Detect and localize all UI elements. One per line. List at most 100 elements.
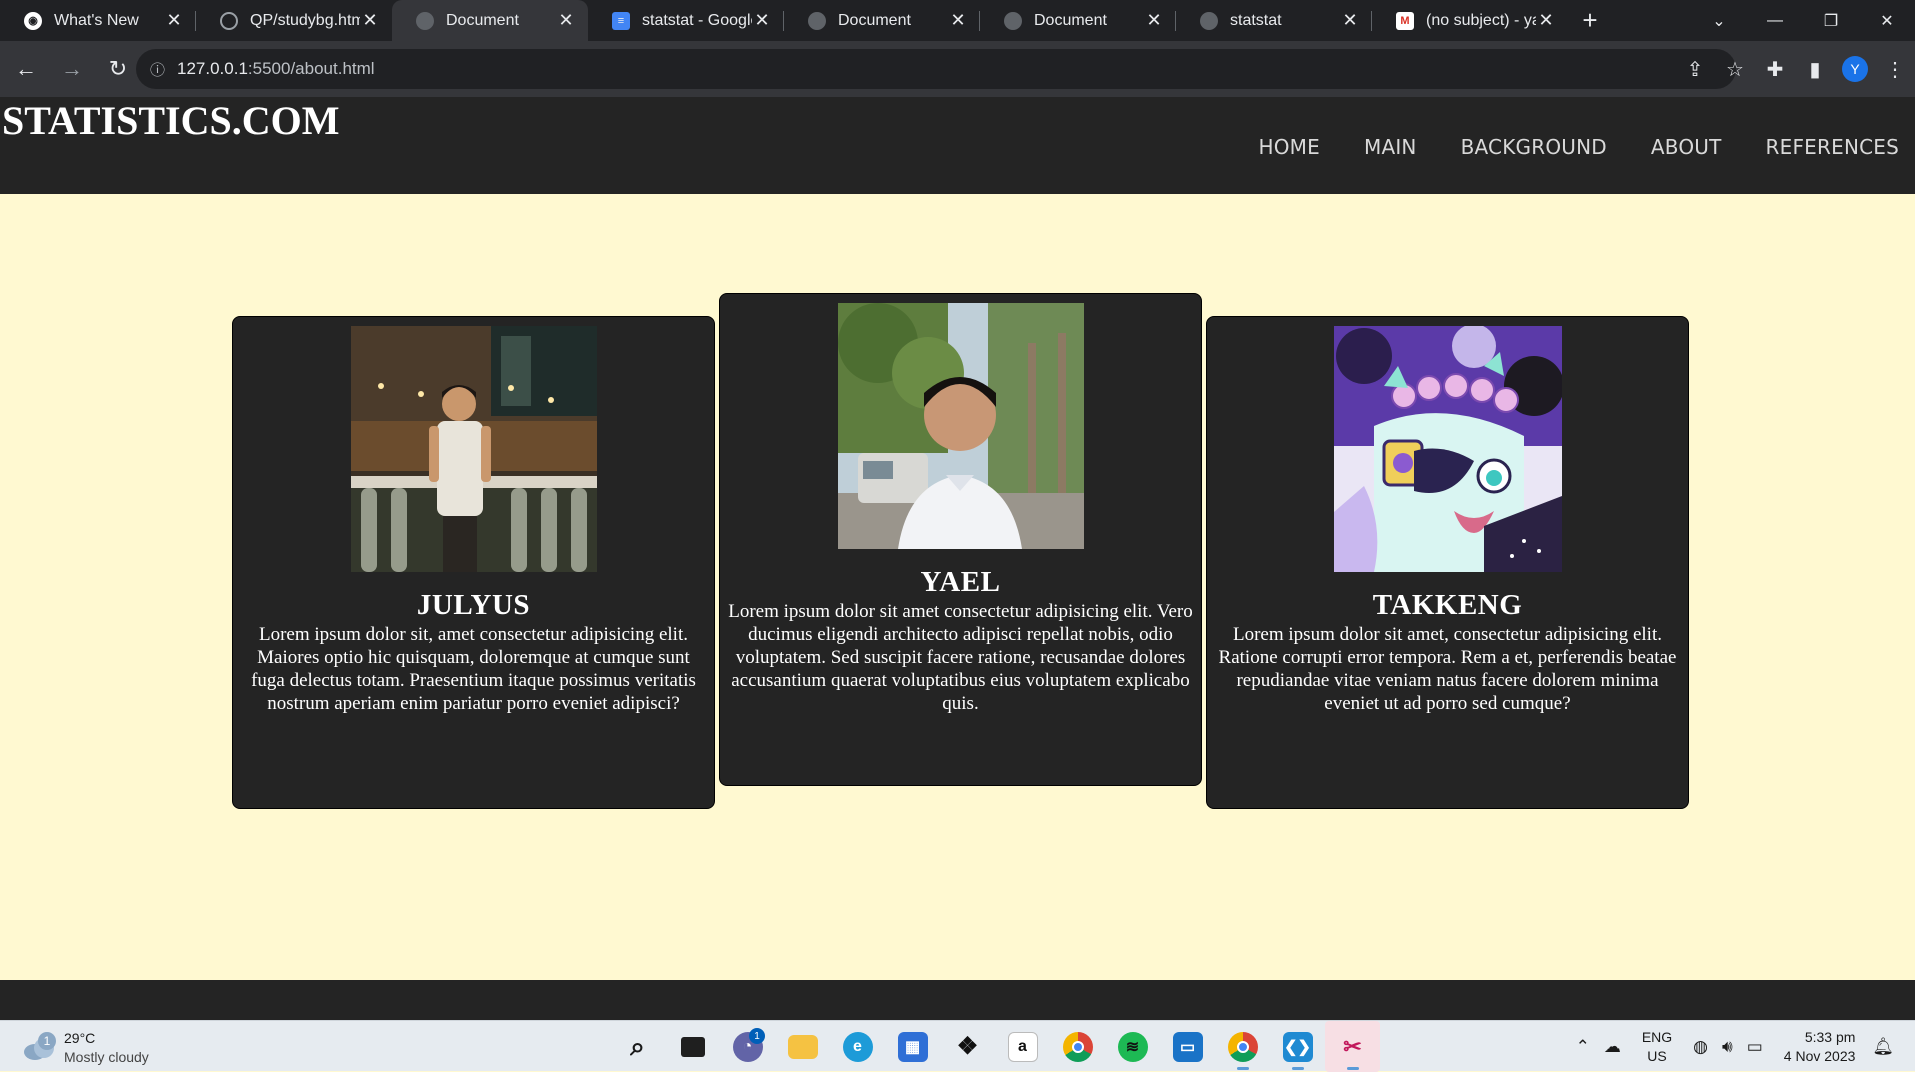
back-button[interactable]: ←	[6, 49, 46, 89]
tab-title: (no subject) - yae	[1426, 11, 1536, 29]
tab-studybg[interactable]: QP/studybg.html ✕	[196, 0, 392, 41]
vscode-button[interactable]: ❮❯	[1270, 1021, 1325, 1072]
nav-home[interactable]: HOME	[1259, 135, 1320, 159]
task-view-button[interactable]	[665, 1021, 720, 1072]
profile-name: TAKKENG	[1372, 589, 1523, 621]
onedrive-icon[interactable]: ☁	[1604, 1037, 1621, 1057]
tab-statstat[interactable]: statstat ✕	[1176, 0, 1372, 41]
file-explorer-button[interactable]	[775, 1021, 830, 1072]
close-icon[interactable]: ✕	[164, 10, 184, 31]
reload-button[interactable]: ↻	[98, 49, 138, 89]
battery-icon[interactable]: ▭	[1747, 1037, 1763, 1057]
dropbox-button[interactable]: ❖	[940, 1021, 995, 1072]
windows-app-button[interactable]: ▭	[1160, 1021, 1215, 1072]
menu-kebab-icon[interactable]: ⋮	[1875, 49, 1915, 89]
spotify-button[interactable]: ≋	[1105, 1021, 1160, 1072]
nav-main[interactable]: MAIN	[1364, 135, 1417, 159]
profile-card-julyus: JULYUS Lorem ipsum dolor sit, amet conse…	[232, 316, 715, 809]
profile-photo-image	[1333, 326, 1562, 572]
region-code: US	[1647, 1047, 1667, 1064]
close-icon[interactable]: ✕	[1340, 10, 1360, 31]
close-icon[interactable]: ✕	[1536, 10, 1556, 31]
tab-strip: ◉ What's New ✕ QP/studybg.html ✕ Documen…	[0, 0, 1915, 41]
nav-references[interactable]: REFERENCES	[1766, 135, 1899, 159]
profile-photo	[1333, 326, 1562, 572]
windows-logo-icon	[569, 1033, 597, 1061]
weather-badge: 1	[38, 1032, 56, 1050]
site-info-icon[interactable]: ⓘ	[150, 59, 165, 80]
site-logo[interactable]: STATISTICS.COM	[2, 97, 340, 144]
tab-whats-new[interactable]: ◉ What's New ✕	[0, 0, 196, 41]
minimize-button[interactable]: —	[1747, 0, 1803, 41]
snipping-tool-button[interactable]: ✂	[1325, 1021, 1380, 1072]
start-button[interactable]	[555, 1021, 610, 1072]
tab-document-3[interactable]: Document ✕	[980, 0, 1176, 41]
globe-icon	[808, 11, 826, 30]
taskbar: 1 29°C Mostly cloudy ⌕ ◔ 1 e ▦ ❖ a ≋ ▭ ❮…	[0, 1020, 1915, 1072]
chat-button[interactable]: ◔ 1	[720, 1021, 775, 1072]
close-icon[interactable]: ✕	[1144, 10, 1164, 31]
profile-photo-image	[837, 303, 1084, 549]
folder-icon	[787, 1034, 818, 1059]
share-icon[interactable]: ⇪	[1675, 49, 1715, 89]
tab-title: statstat - Google	[642, 11, 752, 29]
tab-document-active[interactable]: Document ✕	[392, 0, 588, 41]
url-host: 127.0.0.1	[177, 59, 248, 78]
side-panel-icon[interactable]: ▮	[1795, 49, 1835, 89]
profile-card-takkeng: TAKKENG Lorem ipsum dolor sit amet, cons…	[1206, 316, 1689, 809]
volume-icon[interactable]: 🔊︎	[1722, 1037, 1733, 1057]
close-icon[interactable]: ✕	[360, 10, 380, 31]
address-bar[interactable]: ⓘ 127.0.0.1 :5500/about.html	[136, 49, 1736, 89]
tab-title: Document	[446, 11, 519, 29]
close-icon[interactable]: ✕	[752, 10, 772, 31]
search-button[interactable]: ⌕	[610, 1021, 665, 1072]
clock-date: 4 Nov 2023	[1783, 1047, 1856, 1064]
amazon-button[interactable]: a	[995, 1021, 1050, 1072]
extensions-icon[interactable]: ✚	[1755, 49, 1795, 89]
tab-document-2[interactable]: Document ✕	[784, 0, 980, 41]
bookmark-star-icon[interactable]: ☆	[1715, 49, 1755, 89]
weather-widget[interactable]: 1 29°C Mostly cloudy	[22, 1029, 149, 1067]
close-icon[interactable]: ✕	[556, 10, 576, 31]
dropbox-icon: ❖	[956, 1033, 979, 1060]
profile-name: JULYUS	[416, 589, 531, 621]
clock-time: 5:33 pm	[1804, 1028, 1856, 1045]
forward-button[interactable]: →	[52, 49, 92, 89]
nav-about[interactable]: ABOUT	[1651, 135, 1722, 159]
store-icon: ▦	[897, 1031, 928, 1062]
clock[interactable]: 5:33 pm 4 Nov 2023	[1784, 1028, 1856, 1066]
system-tray: ⌃ ☁ ENG US ◍ 🔊︎ ▭ 5:33 pm 4 Nov 2023 🔔︎	[1569, 1021, 1901, 1072]
close-window-button[interactable]: ✕	[1859, 0, 1915, 41]
chrome-taskbar-button[interactable]	[1050, 1021, 1105, 1072]
weather-temperature: 29°C	[64, 1030, 96, 1046]
scissors-icon: ✂	[1343, 1033, 1362, 1059]
edge-button[interactable]: e	[830, 1021, 885, 1072]
restore-button[interactable]: ❐	[1803, 0, 1859, 41]
chrome-icon	[1062, 1031, 1093, 1062]
nav-background[interactable]: BACKGROUND	[1461, 135, 1607, 159]
notification-bell-icon[interactable]: 🔔︎	[1872, 1037, 1894, 1057]
tab-gmail[interactable]: M (no subject) - yae ✕	[1372, 0, 1568, 41]
new-tab-button[interactable]: +	[1568, 0, 1612, 41]
network-icon[interactable]: ◍	[1693, 1037, 1708, 1057]
language-indicator[interactable]: ENG US	[1642, 1028, 1672, 1066]
main-nav: HOME MAIN BACKGROUND ABOUT REFERENCES	[1259, 135, 1900, 159]
globe-icon	[1004, 11, 1022, 30]
browser-toolbar: ← → ↻ ⓘ 127.0.0.1 :5500/about.html ⇪ ☆ ✚…	[0, 41, 1915, 97]
profile-name: YAEL	[920, 566, 1001, 598]
tab-search-icon[interactable]: ⌄	[1691, 0, 1747, 41]
profile-avatar[interactable]: Y	[1842, 56, 1868, 82]
tab-title: What's New	[54, 11, 139, 29]
language-code: ENG	[1641, 1028, 1673, 1045]
site-header: STATISTICS.COM HOME MAIN BACKGROUND ABOU…	[0, 97, 1915, 194]
chrome-profile-button[interactable]	[1215, 1021, 1270, 1072]
chrome-profile-icon	[1227, 1031, 1258, 1062]
chevron-up-icon[interactable]: ⌃	[1576, 1037, 1590, 1057]
globe-icon	[1200, 11, 1218, 30]
chat-badge: 1	[749, 1028, 765, 1044]
tab-google-docs[interactable]: ≡ statstat - Google ✕	[588, 0, 784, 41]
close-icon[interactable]: ✕	[948, 10, 968, 31]
store-button[interactable]: ▦	[885, 1021, 940, 1072]
gmail-icon: M	[1396, 11, 1414, 30]
tab-title: statstat	[1230, 11, 1282, 29]
